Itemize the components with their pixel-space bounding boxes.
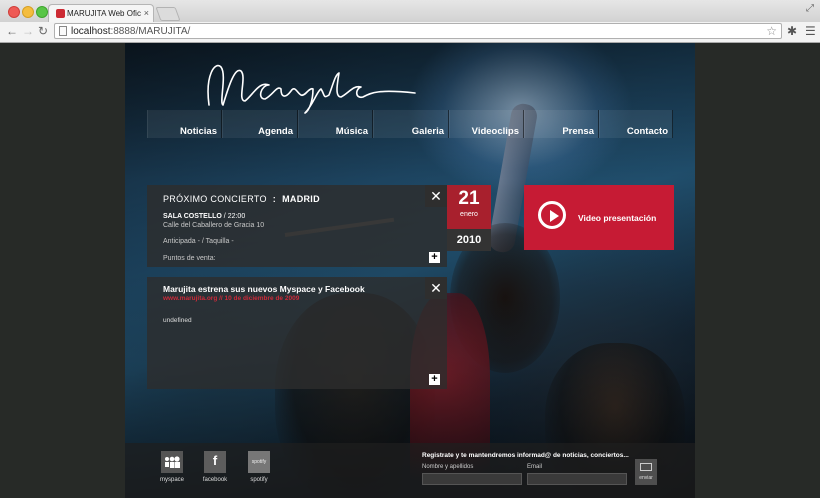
facebook-icon: f <box>204 451 226 473</box>
facebook-label: facebook <box>202 477 228 483</box>
concert-points-of-sale: Puntos de venta: <box>163 255 216 262</box>
address-bar[interactable]: localhost:8888/MARUJITA/ ☆ <box>54 23 782 39</box>
page-icon <box>59 26 67 36</box>
url-text[interactable]: localhost:8888/MARUJITA/ <box>71 26 190 37</box>
news-close-icon[interactable]: ✕ <box>425 277 447 299</box>
nav-prensa[interactable]: Prensa <box>524 110 599 138</box>
concert-heading: PRÓXIMO CONCIERTO: MADRID <box>163 194 320 204</box>
spotify-label: spotify <box>250 477 268 483</box>
send-label: enviar <box>639 475 653 481</box>
back-arrow-icon[interactable]: ← <box>6 24 18 38</box>
name-label: Nombre y apellidos <box>422 464 474 470</box>
news-body: undefined <box>163 317 192 324</box>
video-presentation-button[interactable]: Video presentación <box>524 185 674 250</box>
fullscreen-icon[interactable]: ⤢ <box>806 3 814 14</box>
footer-bar: myspace f facebook spotify spotify Regis… <box>125 443 695 498</box>
concert-year: 2010 <box>447 229 491 251</box>
reload-icon[interactable]: ↻ <box>38 24 48 38</box>
hero-stage: Noticias Agenda Música Galeria Videoclip… <box>125 43 695 498</box>
browser-toolbar: ← → ↻ localhost:8888/MARUJITA/ ☆ ✱ ☰ <box>0 22 820 43</box>
concert-close-icon[interactable]: ✕ <box>425 185 447 207</box>
browser-tab[interactable]: MARUJITA Web Oficial | In × <box>48 4 154 22</box>
facebook-link[interactable]: f facebook <box>195 451 235 483</box>
minimize-window-button[interactable] <box>22 6 34 18</box>
spotify-link[interactable]: spotify spotify <box>239 451 279 483</box>
myspace-icon <box>161 451 183 473</box>
video-label: Video presentación <box>578 213 657 223</box>
myspace-label: myspace <box>159 477 184 483</box>
nav-agenda[interactable]: Agenda <box>222 110 298 138</box>
news-panel: Marujita estrena sus nuevos Myspace y Fa… <box>147 277 447 389</box>
browser-tabstrip: MARUJITA Web Oficial | In × ⤢ <box>0 0 820 22</box>
main-navigation: Noticias Agenda Música Galeria Videoclip… <box>147 110 673 138</box>
bookmark-star-icon[interactable]: ☆ <box>766 24 777 38</box>
nav-contacto[interactable]: Contacto <box>599 110 673 138</box>
concert-tickets: Anticipada - / Taquilla - <box>163 238 234 245</box>
email-label: Email <box>527 464 543 470</box>
send-button[interactable]: enviar <box>635 459 657 485</box>
site-logo[interactable] <box>201 55 421 117</box>
email-input[interactable] <box>527 473 627 485</box>
news-title[interactable]: Marujita estrena sus nuevos Myspace y Fa… <box>163 284 365 294</box>
tab-title: MARUJITA Web Oficial | In <box>67 9 141 18</box>
concert-month: enero <box>460 211 478 218</box>
news-expand-plus-icon[interactable]: + <box>429 374 440 385</box>
maximize-window-button[interactable] <box>36 6 48 18</box>
concert-address: Calle del Caballero de Gracia 10 <box>163 222 265 229</box>
news-meta: www.marujita.org // 10 de diciembre de 2… <box>163 295 300 302</box>
nav-videoclips[interactable]: Videoclips <box>449 110 524 138</box>
newsletter-text: Registrate y te mantendremos informad@ d… <box>422 452 629 459</box>
settings-wrench-icon[interactable]: ✱ <box>787 24 797 38</box>
forward-arrow-icon[interactable]: → <box>22 24 34 38</box>
nav-noticias[interactable]: Noticias <box>147 110 222 138</box>
concert-day: 21 <box>458 188 480 209</box>
nav-musica[interactable]: Música <box>298 110 373 138</box>
nav-galeria[interactable]: Galeria <box>373 110 449 138</box>
marujita-signature-logo <box>207 64 416 114</box>
menu-icon[interactable]: ☰ <box>805 24 816 38</box>
page-viewport: Noticias Agenda Música Galeria Videoclip… <box>0 43 820 498</box>
myspace-link[interactable]: myspace <box>152 451 192 483</box>
envelope-icon <box>640 463 652 471</box>
concert-venue: SALA COSTELLO / 22:00 <box>163 213 246 220</box>
play-icon <box>538 201 566 229</box>
new-tab-button[interactable] <box>155 7 181 21</box>
tab-close-icon[interactable]: × <box>144 8 149 18</box>
close-window-button[interactable] <box>8 6 20 18</box>
name-input[interactable] <box>422 473 522 485</box>
concert-expand-plus-icon[interactable]: + <box>429 252 440 263</box>
next-concert-panel: PRÓXIMO CONCIERTO: MADRID SALA COSTELLO /… <box>147 185 447 267</box>
spotify-icon: spotify <box>248 451 270 473</box>
favicon-icon <box>56 9 65 18</box>
